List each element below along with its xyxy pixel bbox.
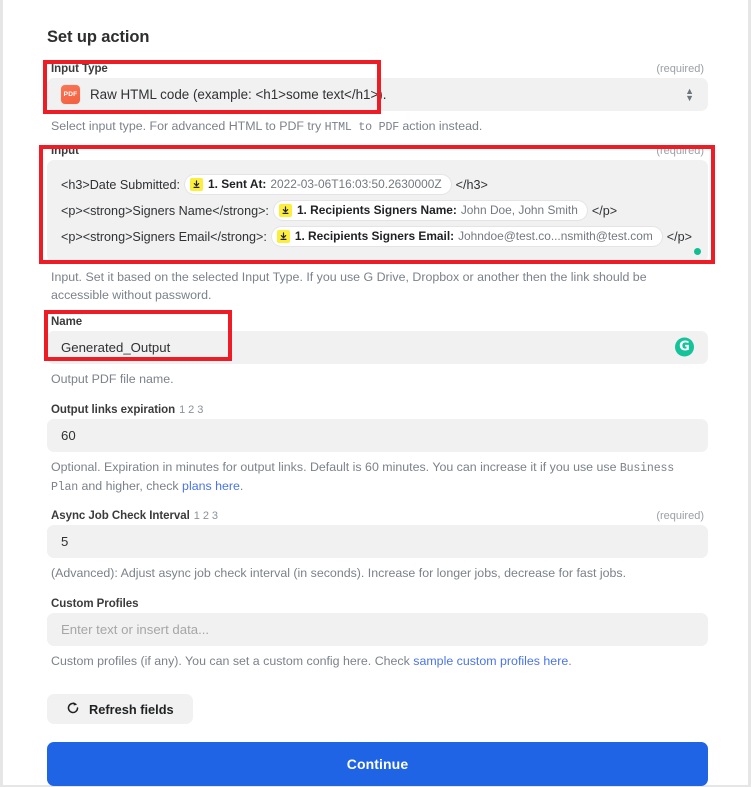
field-help-custom-profiles: Custom profiles (if any). You can set a …	[47, 646, 708, 671]
grammarly-badge-icon[interactable]: G	[675, 337, 694, 357]
refresh-fields-label: Refresh fields	[89, 701, 174, 717]
help-text-part1: Select input type. For advanced HTML to …	[51, 119, 325, 133]
help-text-mono: HTML to PDF	[324, 121, 400, 134]
data-token[interactable]: 1. Recipients Signers Name: John Doe, Jo…	[273, 201, 587, 221]
custom-profiles-input[interactable]: Enter text or insert data...	[47, 612, 708, 646]
pdf-file-icon: PDF	[61, 85, 80, 104]
sample-custom-profiles-link[interactable]: sample custom profiles here	[413, 654, 568, 668]
label-text: Output links expiration	[51, 404, 176, 417]
code-line: <p><strong>Signers Email</strong>: 1. Re…	[61, 226, 694, 247]
name-input-value: Generated_Output	[61, 339, 171, 355]
label-superscript: 1 2 3	[179, 404, 204, 417]
field-label-output-links-expiration: Output links expiration 1 2 3	[51, 404, 203, 416]
output-links-expiration-input[interactable]: 60	[47, 419, 708, 453]
code-line: <h3>Date Submitted: 1. Sent At: 2022-03-…	[61, 174, 694, 195]
code-prefix: <p><strong>Signers Email</strong>:	[61, 229, 267, 244]
help-text-part2: action instead.	[398, 119, 483, 133]
setup-action-panel: Set up action Input Type (required) PDF …	[0, 0, 751, 787]
code-suffix: </h3>	[455, 177, 488, 192]
field-label-input-type: Input Type	[51, 63, 108, 75]
chevron-updown-icon[interactable]: ▲ ▼	[685, 86, 694, 102]
code-suffix: </p>	[666, 229, 692, 244]
field-label-name: Name	[51, 315, 83, 328]
field-head-custom-profiles: Custom Profiles	[47, 598, 708, 613]
field-async-job-check-interval: Async Job Check Interval 1 2 3 (required)…	[47, 510, 708, 583]
field-head-async-job-check-interval: Async Job Check Interval 1 2 3 (required)	[47, 510, 708, 525]
help-text-part1: Custom profiles (if any). You can set a …	[51, 653, 414, 668]
status-dot-icon	[694, 248, 701, 256]
field-label-async-job-check-interval: Async Job Check Interval 1 2 3	[51, 510, 218, 522]
output-links-expiration-value: 60	[61, 428, 76, 444]
field-help-input-type: Select input type. For advanced HTML to …	[47, 111, 708, 136]
help-text-part1: Optional. Expiration in minutes for outp…	[51, 460, 620, 475]
insert-data-icon	[190, 178, 204, 192]
field-output-links-expiration: Output links expiration 1 2 3 60 Optional…	[47, 404, 708, 496]
input-type-select[interactable]: PDF Raw HTML code (example: <h1>some tex…	[47, 78, 708, 111]
field-input-type: Input Type (required) PDF Raw HTML code …	[47, 63, 708, 136]
required-note-input: (required)	[656, 145, 704, 158]
field-label-input: Input	[51, 145, 79, 158]
code-prefix: <p><strong>Signers Name</strong>:	[61, 203, 269, 218]
field-input: Input (required) <h3>Date Submitted: 1. …	[47, 145, 708, 304]
insert-data-icon	[276, 230, 290, 244]
token-value: John Doe, John Smith	[460, 205, 578, 217]
field-head-output-links-expiration: Output links expiration 1 2 3	[47, 404, 708, 419]
token-label: 1. Recipients Signers Name:	[296, 203, 457, 217]
code-prefix: <h3>Date Submitted:	[61, 177, 181, 192]
code-line: <p><strong>Signers Name</strong>: 1. Rec…	[61, 200, 694, 221]
required-note-async-job-check-interval: (required)	[656, 510, 704, 523]
refresh-icon	[66, 701, 80, 718]
field-help-input: Input. Set it based on the selected Inpu…	[51, 270, 647, 303]
label-text: Async Job Check Interval	[51, 510, 190, 523]
async-job-check-interval-value: 5	[61, 534, 69, 550]
page-title: Set up action	[47, 28, 150, 46]
input-type-selected-value: Raw HTML code (example: <h1>some text</h…	[90, 87, 387, 102]
refresh-fields-button[interactable]: Refresh fields	[47, 694, 193, 725]
data-token[interactable]: 1. Recipients Signers Email: Johndoe@tes…	[271, 227, 662, 247]
code-suffix: </p>	[591, 203, 618, 218]
token-label: 1. Sent At:	[208, 177, 267, 191]
field-custom-profiles: Custom Profiles Enter text or insert dat…	[47, 598, 708, 671]
field-head-input-type: Input Type (required)	[47, 63, 708, 78]
field-name: Name Generated_Output G Output PDF file …	[47, 316, 708, 389]
field-help-name: Output PDF file name.	[51, 371, 174, 386]
field-help-async-job-check-interval: (Advanced): Adjust async job check inter…	[51, 566, 627, 581]
data-token[interactable]: 1. Sent At: 2022-03-06T16:03:50.2630000Z	[185, 175, 451, 195]
field-head-name: Name	[47, 316, 708, 331]
help-text-part2: and higher, check	[78, 478, 183, 493]
field-head-input: Input (required)	[47, 145, 708, 160]
token-value: Johndoe@test.co...nsmith@test.com	[458, 231, 653, 243]
help-text-part2: .	[568, 653, 572, 668]
field-label-custom-profiles: Custom Profiles	[51, 597, 139, 610]
required-note-input-type: (required)	[656, 63, 704, 75]
label-superscript: 1 2 3	[193, 510, 218, 523]
custom-profiles-placeholder: Enter text or insert data...	[61, 621, 210, 637]
field-help-output-links-expiration: Optional. Expiration in minutes for outp…	[47, 452, 708, 496]
token-label: 1. Recipients Signers Email:	[294, 229, 455, 243]
async-job-check-interval-input[interactable]: 5	[47, 525, 708, 559]
code-area: <h3>Date Submitted: 1. Sent At: 2022-03-…	[61, 174, 694, 247]
insert-data-icon	[278, 204, 292, 218]
input-code-editor[interactable]: <h3>Date Submitted: 1. Sent At: 2022-03-…	[47, 160, 708, 263]
name-input[interactable]: Generated_Output G	[47, 330, 708, 364]
plans-here-link[interactable]: plans here	[182, 479, 240, 493]
token-value: 2022-03-06T16:03:50.2630000Z	[270, 179, 442, 191]
help-text-part3: .	[239, 478, 244, 493]
continue-button[interactable]: Continue	[47, 742, 708, 787]
